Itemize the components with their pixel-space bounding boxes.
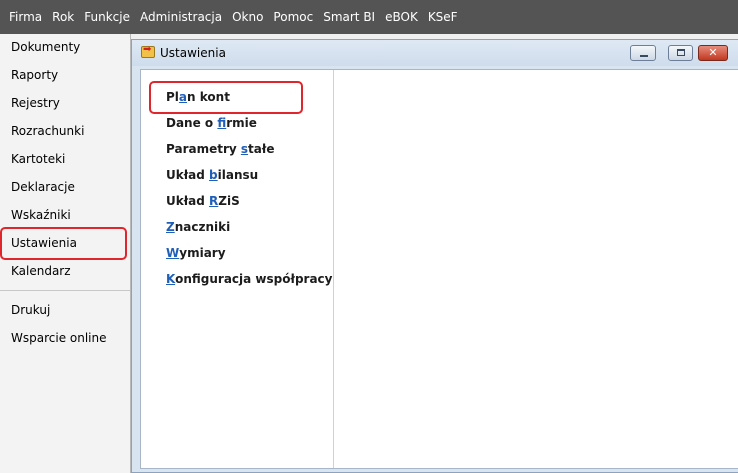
sidebar-item-deklaracje[interactable]: Deklaracje [11, 180, 75, 194]
window-title: Ustawienia [160, 46, 226, 60]
close-icon: ✕ [708, 46, 718, 59]
link-wymiary[interactable]: Wymiary [166, 246, 226, 260]
sidebar: Dokumenty Raporty Rejestry Rozrachunki K… [0, 34, 131, 473]
pane-divider[interactable] [333, 70, 334, 468]
menu-ksef[interactable]: KSeF [423, 0, 463, 34]
close-button[interactable]: ✕ [698, 45, 728, 61]
sidebar-item-wsparcie-online[interactable]: Wsparcie online [11, 331, 107, 345]
app-root: Firma Rok Funkcje Administracja Okno Pom… [0, 0, 738, 473]
menu-administracja[interactable]: Administracja [135, 0, 227, 34]
menu-firma[interactable]: Firma [4, 0, 47, 34]
link-dane-o-firmie[interactable]: Dane o firmie [166, 116, 257, 130]
sidebar-divider [0, 290, 130, 291]
link-konfiguracja-wspolpracy[interactable]: Konfiguracja współpracy [166, 272, 332, 286]
sidebar-item-wskazniki[interactable]: Wskaźniki [11, 208, 71, 222]
settings-arrow-icon [141, 44, 155, 58]
menu-rok[interactable]: Rok [47, 0, 79, 34]
menu-funkcje[interactable]: Funkcje [79, 0, 135, 34]
sidebar-item-drukuj[interactable]: Drukuj [11, 303, 50, 317]
sidebar-item-ustawienia[interactable]: Ustawienia [11, 236, 77, 250]
menu-smart-bi[interactable]: Smart BI [318, 0, 380, 34]
sidebar-item-rozrachunki[interactable]: Rozrachunki [11, 124, 84, 138]
link-parametry-stale[interactable]: Parametry stałe [166, 142, 274, 156]
link-uklad-rzis[interactable]: Układ RZiS [166, 194, 240, 208]
settings-window: Ustawienia ✕ Plan kont Dane o firmie Par… [131, 39, 738, 473]
link-znaczniki[interactable]: Znaczniki [166, 220, 230, 234]
minimize-icon [640, 55, 648, 57]
sidebar-item-kalendarz[interactable]: Kalendarz [11, 264, 71, 278]
link-uklad-bilansu[interactable]: Układ bilansu [166, 168, 258, 182]
maximize-icon [677, 49, 685, 56]
window-titlebar[interactable]: Ustawienia ✕ [132, 40, 738, 66]
menu-ebok[interactable]: eBOK [380, 0, 423, 34]
sidebar-item-raporty[interactable]: Raporty [11, 68, 58, 82]
menu-okno[interactable]: Okno [227, 0, 268, 34]
sidebar-item-rejestry[interactable]: Rejestry [11, 96, 60, 110]
menu-bar: Firma Rok Funkcje Administracja Okno Pom… [0, 0, 738, 34]
sidebar-item-dokumenty[interactable]: Dokumenty [11, 40, 80, 54]
link-plan-kont[interactable]: Plan kont [166, 90, 230, 104]
menu-pomoc[interactable]: Pomoc [268, 0, 318, 34]
minimize-button[interactable] [630, 45, 656, 61]
sidebar-item-kartoteki[interactable]: Kartoteki [11, 152, 65, 166]
maximize-button[interactable] [668, 45, 693, 61]
settings-content: Plan kont Dane o firmie Parametry stałe … [140, 69, 738, 469]
